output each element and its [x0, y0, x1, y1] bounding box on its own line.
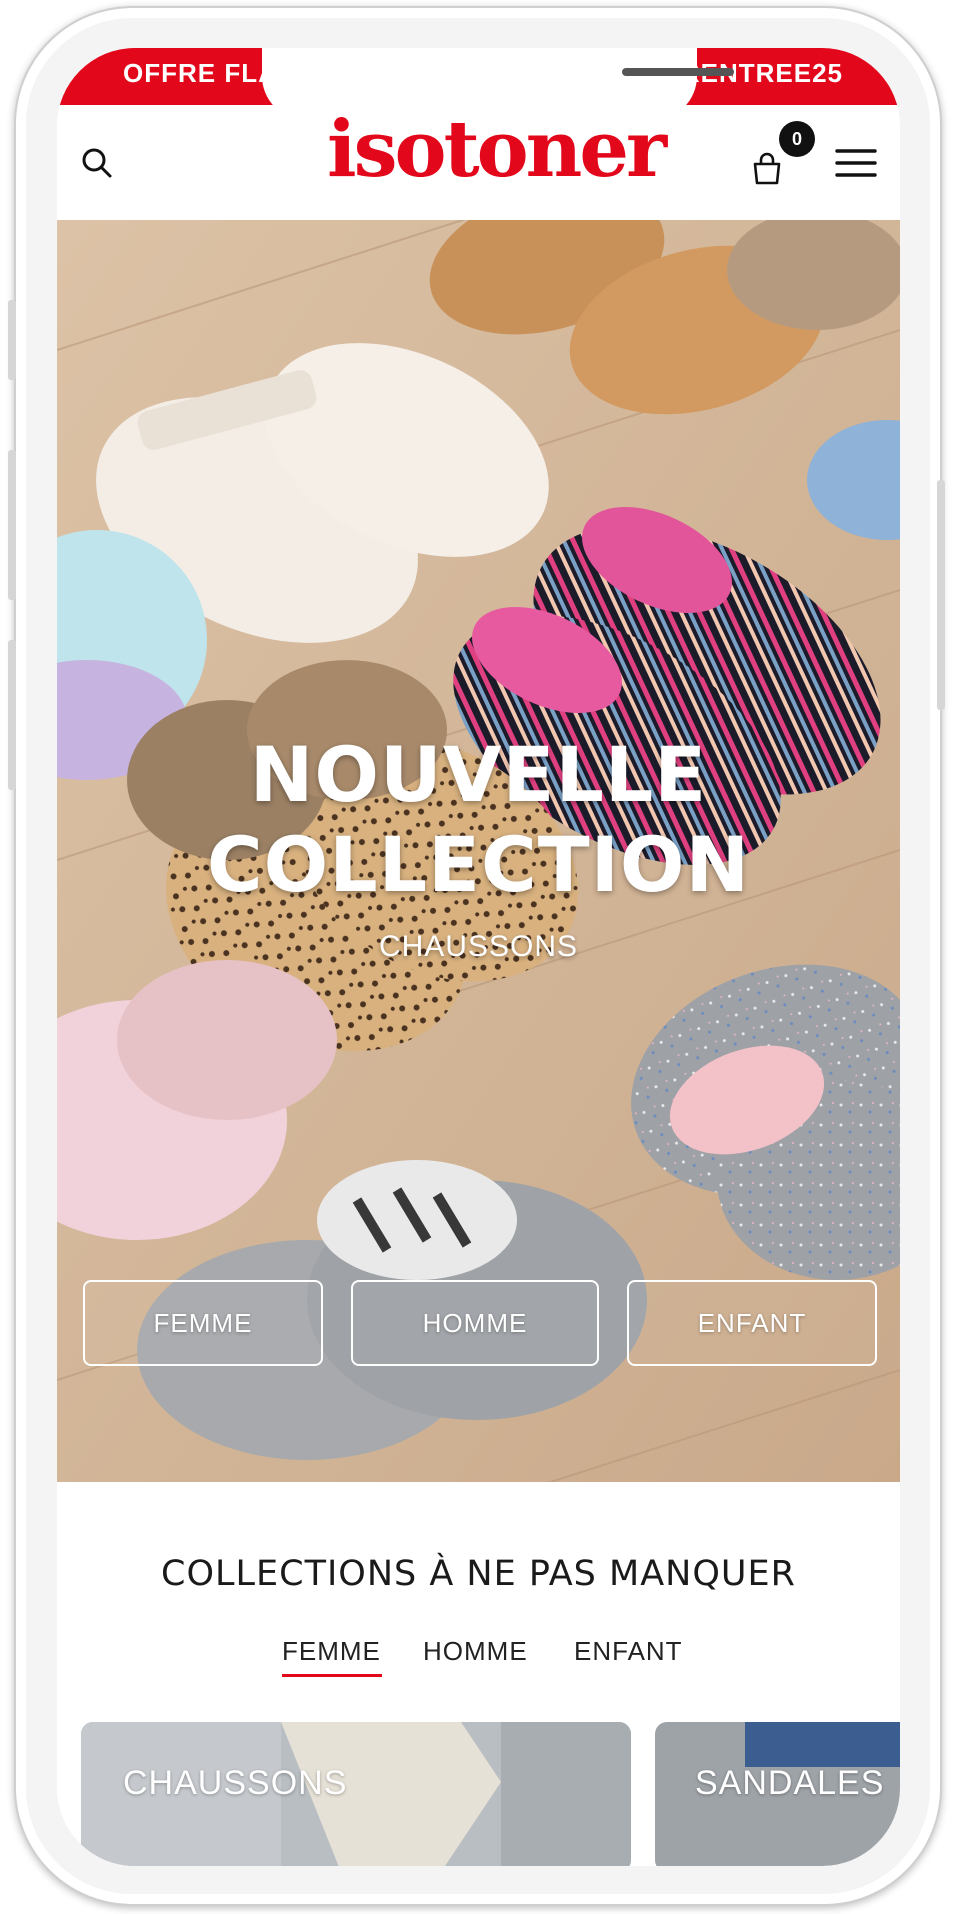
phone-screen: OFFRE FLA RENTREE25 isotoner 0 NOUVELLE … — [57, 48, 900, 1866]
menu-button[interactable] — [835, 145, 877, 181]
promo-text-left: OFFRE FLA — [123, 58, 278, 88]
shopping-bag-icon — [753, 152, 781, 185]
phone-side-button — [8, 300, 16, 380]
hero-button-homme[interactable]: HOMME — [351, 1280, 599, 1366]
hamburger-menu-icon — [835, 149, 877, 177]
collections-title: COLLECTIONS À NE PAS MANQUER — [161, 1554, 796, 1594]
tab-femme[interactable]: FEMME — [282, 1636, 381, 1667]
hero-title-line2: COLLECTION — [206, 820, 751, 909]
search-button[interactable] — [79, 145, 115, 181]
active-tab-underline — [282, 1674, 382, 1677]
hero-banner[interactable]: NOUVELLE COLLECTION CHAUSSONS FEMME HOMM… — [57, 220, 900, 1482]
collection-card-label: CHAUSSONS — [123, 1764, 348, 1802]
brand-logo[interactable]: isotoner — [327, 111, 667, 189]
collection-card-sandales[interactable]: SANDALES — [655, 1722, 900, 1866]
cart-count-badge: 0 — [779, 121, 815, 157]
hero-button-femme[interactable]: FEMME — [83, 1280, 323, 1366]
collection-card-chaussons[interactable]: CHAUSSONS — [81, 1722, 631, 1866]
tab-homme[interactable]: HOMME — [423, 1636, 528, 1667]
site-header: isotoner 0 — [57, 105, 900, 220]
collections-section: COLLECTIONS À NE PAS MANQUER FEMME HOMME… — [57, 1482, 900, 1866]
hero-title-line1: NOUVELLE — [249, 730, 708, 819]
speaker-grille — [622, 68, 734, 76]
tab-enfant[interactable]: ENFANT — [574, 1636, 683, 1667]
hero-subtitle: CHAUSSONS — [378, 930, 579, 963]
phone-side-button — [8, 640, 16, 790]
search-icon — [82, 148, 112, 178]
phone-side-button — [8, 450, 16, 600]
phone-side-button — [937, 480, 945, 710]
cart-button[interactable] — [747, 149, 787, 189]
hero-title: NOUVELLE COLLECTION — [57, 730, 900, 910]
collection-card-label: SANDALES — [695, 1764, 885, 1802]
hero-button-enfant[interactable]: ENFANT — [627, 1280, 877, 1366]
